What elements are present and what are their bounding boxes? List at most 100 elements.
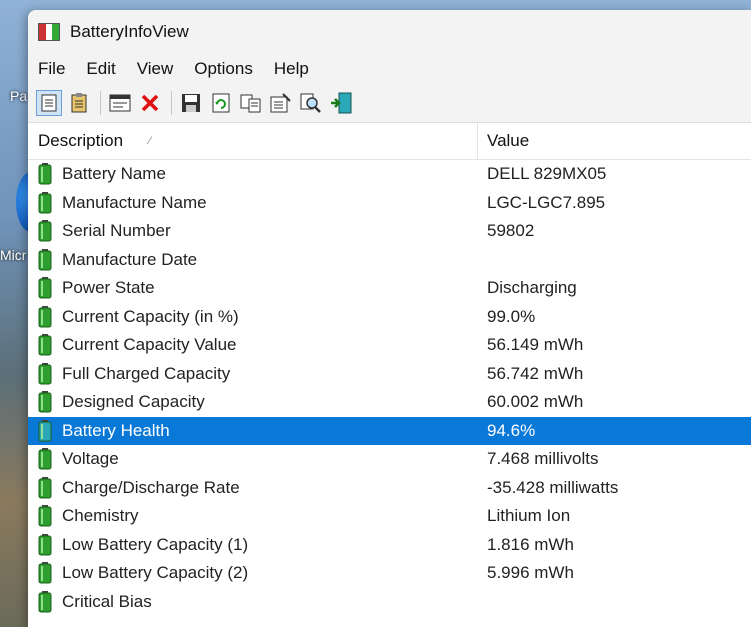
list-item[interactable]: Battery Name DELL 829MX05: [28, 160, 751, 189]
battery-icon: [38, 277, 52, 299]
battery-icon: [38, 590, 52, 613]
copy-button[interactable]: [238, 90, 264, 116]
battery-icon: [38, 305, 52, 328]
row-value: DELL 829MX05: [487, 164, 607, 184]
list-item[interactable]: Manufacture Date: [28, 246, 751, 275]
list-item[interactable]: Critical Bias: [28, 588, 751, 617]
row-description: Current Capacity (in %): [62, 306, 239, 326]
title-bar[interactable]: BatteryInfoView: [28, 10, 751, 54]
row-description: Chemistry: [62, 506, 139, 526]
menu-bar: File Edit View Options Help: [28, 54, 751, 84]
row-description: Low Battery Capacity (1): [62, 534, 249, 554]
list-item[interactable]: Manufacture Name LGC-LGC7.895: [28, 189, 751, 218]
app-window: BatteryInfoView File Edit View Options H…: [28, 10, 751, 627]
properties-button[interactable]: [268, 90, 294, 116]
battery-icon: [38, 362, 52, 385]
desktop-label-fragment: Micr: [0, 247, 27, 263]
list-item[interactable]: Chemistry Lithium Ion: [28, 502, 751, 531]
list-header: Description ⁄ Value: [28, 123, 751, 160]
find-icon: [300, 93, 321, 113]
column-header-description[interactable]: Description ⁄: [28, 123, 478, 159]
row-value: 94.6%: [487, 420, 536, 440]
row-description: Current Capacity Value: [62, 335, 237, 355]
list-rows: Battery Name DELL 829MX05 Manufacture Na…: [28, 160, 751, 616]
row-value: Lithium Ion: [487, 506, 571, 526]
row-description: Voltage: [62, 449, 119, 469]
row-description: Full Charged Capacity: [62, 363, 231, 383]
battery-icon: [38, 419, 52, 442]
row-value: 59802: [487, 221, 535, 241]
row-description: Power State: [62, 278, 155, 298]
list-item[interactable]: Full Charged Capacity 56.742 mWh: [28, 360, 751, 389]
row-description: Charge/Discharge Rate: [62, 477, 240, 497]
column-header-label: Description: [38, 131, 124, 150]
exit-button[interactable]: [328, 90, 354, 116]
battery-icon: [38, 191, 52, 214]
list-item[interactable]: Designed Capacity 60.002 mWh: [28, 388, 751, 417]
refresh-button[interactable]: [208, 90, 234, 116]
battery-icon: [38, 562, 52, 584]
menu-view[interactable]: View: [127, 59, 185, 79]
row-description: Manufacture Date: [62, 249, 198, 269]
list-item[interactable]: Charge/Discharge Rate -35.428 milliwatts: [28, 474, 751, 503]
app-icon: [38, 23, 60, 41]
row-value: Discharging: [487, 278, 577, 298]
row-value: LGC-LGC7.895: [487, 192, 606, 212]
refresh-icon: [212, 93, 230, 113]
html-report-button[interactable]: [36, 90, 62, 116]
row-value: 5.996 mWh: [487, 563, 574, 583]
row-value: 60.002 mWh: [487, 392, 584, 412]
battery-icon: [38, 505, 52, 527]
row-description: Low Battery Capacity (2): [62, 563, 249, 583]
battery-icon: [38, 448, 52, 470]
row-value: 56.742 mWh: [487, 363, 584, 383]
list-item[interactable]: Low Battery Capacity (2) 5.996 mWh: [28, 559, 751, 588]
properties-view-button[interactable]: [66, 90, 92, 116]
list-item-selected[interactable]: Battery Health 94.6%: [28, 416, 751, 445]
sort-indicator-icon: ⁄: [149, 135, 151, 147]
column-header-value[interactable]: Value: [478, 123, 529, 159]
desktop-label-fragment: Pa: [10, 88, 28, 104]
list-item[interactable]: Power State Discharging: [28, 274, 751, 303]
battery-icon: [38, 476, 52, 499]
save-icon: [182, 94, 200, 112]
menu-edit[interactable]: Edit: [76, 59, 126, 79]
list-item[interactable]: Voltage 7.468 millivolts: [28, 445, 751, 474]
battery-info-list[interactable]: Description ⁄ Value Battery Name DELL 82…: [28, 123, 751, 616]
row-value: 1.816 mWh: [487, 534, 574, 554]
properties-icon: [270, 93, 291, 113]
row-description: Designed Capacity: [62, 392, 205, 412]
html-report-icon: [41, 94, 57, 112]
toolbar: [28, 84, 751, 123]
row-description: Manufacture Name: [62, 192, 207, 212]
row-value: 7.468 millivolts: [487, 449, 599, 469]
list-item[interactable]: Current Capacity Value 56.149 mWh: [28, 331, 751, 360]
toolbar-separator: [100, 91, 101, 115]
battery-icon: [38, 220, 52, 242]
menu-help[interactable]: Help: [264, 59, 320, 79]
battery-icon: [38, 391, 52, 413]
delete-icon: [141, 94, 159, 112]
find-button[interactable]: [298, 90, 324, 116]
row-description: Battery Name: [62, 164, 166, 184]
row-description: Serial Number: [62, 221, 171, 241]
row-description: Critical Bias: [62, 591, 152, 611]
list-item[interactable]: Current Capacity (in %) 99.0%: [28, 303, 751, 332]
properties-view-icon: [71, 93, 87, 113]
exit-icon: [331, 92, 352, 114]
list-item[interactable]: Serial Number 59802: [28, 217, 751, 246]
window-title: BatteryInfoView: [70, 22, 189, 41]
menu-options[interactable]: Options: [184, 59, 264, 79]
copy-icon: [240, 94, 261, 113]
battery-icon: [38, 248, 52, 271]
row-description: Battery Health: [62, 420, 170, 440]
menu-file[interactable]: File: [28, 59, 76, 79]
row-value: 56.149 mWh: [487, 335, 584, 355]
column-header-label: Value: [487, 131, 530, 150]
list-item[interactable]: Low Battery Capacity (1) 1.816 mWh: [28, 531, 751, 560]
save-button[interactable]: [178, 90, 204, 116]
delete-button[interactable]: [137, 90, 163, 116]
text-report-button[interactable]: [107, 90, 133, 116]
row-value: 99.0%: [487, 306, 536, 326]
toolbar-separator: [171, 91, 172, 115]
